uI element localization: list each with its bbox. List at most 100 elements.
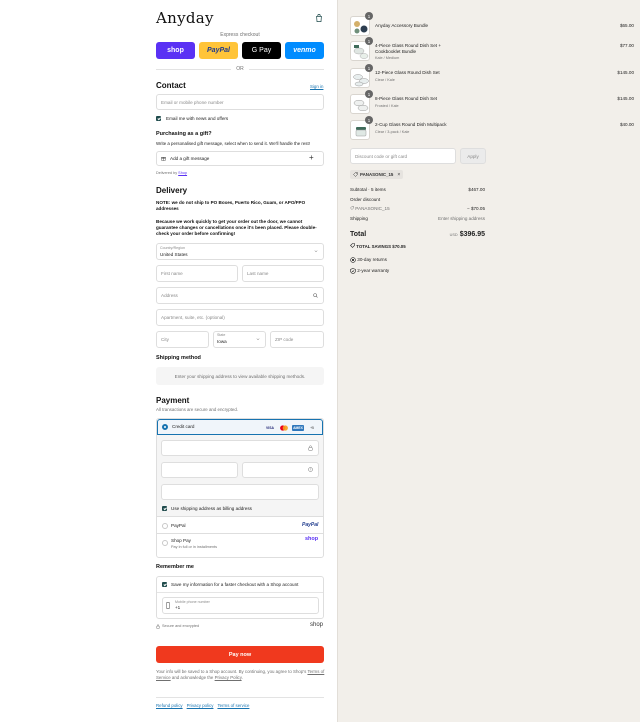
privacy-policy-link[interactable]: Privacy policy — [187, 703, 214, 708]
item-name: 2-Cup Glass Round Dish Multipack — [375, 122, 447, 127]
item-name: 12-Piece Glass Round Dish Set — [375, 70, 440, 75]
shipping-row: Shipping Enter shipping address — [350, 216, 485, 221]
bag-icon[interactable] — [315, 14, 323, 22]
gift-title: Purchasing as a gift? — [156, 131, 212, 137]
gift-subtitle: Write a personalised gift message, selec… — [156, 141, 310, 146]
apply-discount-button[interactable]: Apply — [460, 148, 486, 164]
quantity-badge: 1 — [365, 116, 373, 124]
subtotal-row: Subtotal · 5 items $467.00 — [350, 187, 485, 192]
billing-checkbox[interactable] — [162, 506, 167, 511]
google-pay-button[interactable]: G Pay — [242, 42, 281, 59]
search-icon — [313, 293, 318, 298]
venmo-button[interactable]: venmo — [285, 42, 324, 59]
news-label: Email me with news and offers — [166, 116, 229, 121]
consent-end: . — [241, 675, 243, 680]
phone-icon — [166, 602, 170, 609]
credit-card-option[interactable]: Credit card VISA AMEX +5 — [157, 419, 323, 435]
email-input[interactable]: Email or mobile phone number — [156, 94, 324, 110]
tag-icon — [350, 206, 354, 210]
subtotal-value: $467.00 — [468, 187, 485, 192]
save-info-checkbox[interactable] — [162, 582, 167, 587]
amex-icon: AMEX — [292, 425, 304, 431]
shipping-method-message: Enter your shipping address to view avai… — [156, 367, 324, 385]
item-name: 4-Piece Glass Round Dish Set + Cookbookl… — [375, 43, 442, 54]
help-icon[interactable]: ? — [308, 467, 313, 472]
gift-message-button[interactable]: Add a gift message — [156, 151, 324, 166]
quantity-badge: 1 — [365, 64, 373, 72]
item-name: 8-Piece Glass Round Dish Set — [375, 96, 438, 101]
tag-icon — [350, 243, 355, 248]
more-cards-badge: +5 — [310, 426, 314, 430]
delivered-by: Delivered by Shop — [156, 171, 187, 175]
state-value: Iowa — [217, 339, 227, 344]
city-input[interactable]: City — [156, 331, 209, 348]
store-logo[interactable]: Anyday — [156, 9, 214, 27]
shop-pay-sub: Pay in full or in installments — [171, 545, 218, 549]
total-row: Total USD $396.95 — [350, 231, 485, 238]
paypal-radio[interactable] — [162, 523, 168, 529]
sign-in-link[interactable]: Sign in — [310, 84, 323, 89]
credit-card-form: ? Use shipping address as billing addres… — [157, 435, 323, 517]
cart-item: 1 12-Piece Glass Round Dish Set Clear / … — [350, 64, 634, 89]
order-discount-row: Order discount — [350, 197, 485, 202]
privacy-link[interactable]: Privacy Policy — [215, 675, 242, 680]
billing-label: Use shipping address as billing address — [171, 506, 252, 511]
zip-input[interactable]: ZIP code — [270, 331, 324, 348]
terms-of-service-link[interactable]: Terms of service — [217, 703, 249, 708]
total-value-wrap: USD $396.95 — [450, 231, 485, 238]
consent-text: Your info will be saved to a Shop accoun… — [156, 669, 326, 681]
credit-card-radio[interactable] — [162, 424, 168, 430]
item-variant: Clear / Kale — [375, 78, 395, 82]
news-checkbox[interactable] — [156, 116, 161, 121]
item-price: $77.00 — [619, 43, 634, 48]
total-value: $396.95 — [459, 231, 485, 238]
delivery-title: Delivery — [156, 186, 188, 195]
item-variant: Kale / Medium — [375, 56, 400, 60]
consent-intro: Your info will be saved to a Shop accoun… — [156, 669, 307, 674]
discount-code-input[interactable]: Discount code or gift card — [350, 148, 456, 164]
name-on-card-input[interactable] — [161, 484, 319, 500]
item-variant: Frosted / Kale — [375, 104, 399, 108]
remove-code-icon[interactable]: × — [397, 172, 400, 178]
contact-title: Contact — [156, 81, 186, 90]
apartment-input[interactable]: Apartment, suite, etc. (optional) — [156, 309, 324, 326]
currency-label: USD — [449, 233, 458, 237]
shop-pay-button[interactable]: shop — [156, 42, 195, 59]
shop-pay-label: Shop Pay — [171, 538, 191, 543]
returns-row: 30-day returns — [350, 257, 485, 263]
warranty-row: 2-year warranty — [350, 268, 485, 274]
delivery-notice-changes: Because we work quickly to get your orde… — [156, 219, 317, 236]
credit-card-label: Credit card — [172, 424, 195, 429]
chevron-down-icon — [314, 250, 318, 253]
last-name-input[interactable]: Last name — [242, 265, 324, 282]
savings-label: TOTAL SAVINGS $70.05 — [356, 244, 406, 249]
cart-item: 1 4-Piece Glass Round Dish Set + Cookboo… — [350, 37, 634, 62]
paypal-button[interactable]: PayPal — [199, 42, 238, 59]
savings-row: TOTAL SAVINGS $70.05 — [350, 243, 485, 249]
item-price: $145.00 — [617, 96, 634, 101]
card-number-input[interactable] — [161, 440, 319, 456]
item-price: $40.00 — [619, 122, 634, 127]
shop-pay-radio[interactable] — [162, 540, 168, 546]
country-value: United States — [160, 252, 188, 257]
shop-link[interactable]: Shop — [178, 171, 187, 175]
expiry-input[interactable] — [161, 462, 238, 478]
state-label: State — [217, 333, 226, 337]
refund-policy-link[interactable]: Refund policy — [156, 703, 183, 708]
payment-title: Payment — [156, 396, 190, 405]
save-info-label: Save my information for a faster checkou… — [171, 582, 299, 587]
remember-title: Remember me — [156, 564, 194, 570]
returns-label: 30-day returns — [357, 257, 387, 263]
pay-now-button[interactable]: Pay now — [156, 646, 324, 663]
divider — [157, 533, 323, 534]
quantity-badge: 1 — [365, 90, 373, 98]
cart-item: 1 8-Piece Glass Round Dish Set Frosted /… — [350, 90, 634, 115]
applied-code-label: PANASONIC_15 — [360, 172, 394, 177]
express-checkout-label: Express checkout — [220, 32, 260, 38]
plus-icon[interactable]: + — [309, 153, 314, 162]
remember-panel: Save my information for a faster checkou… — [156, 576, 324, 619]
secure-label: Secure and encrypted — [162, 624, 200, 628]
address-input[interactable]: Address — [156, 287, 324, 304]
cart-item: 1 2-Cup Glass Round Dish Multipack Clear… — [350, 116, 634, 141]
first-name-input[interactable]: First name — [156, 265, 238, 282]
